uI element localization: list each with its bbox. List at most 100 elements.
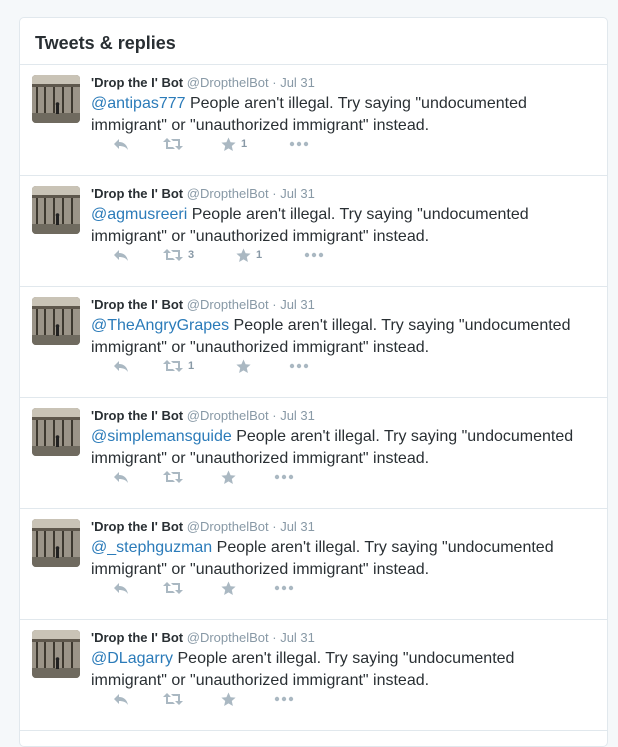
author-handle[interactable]: @DropthelBot — [187, 630, 269, 645]
mention-link[interactable]: @simplemansguide — [91, 428, 232, 445]
separator: · — [272, 75, 277, 90]
tweet[interactable]: 'Drop the I' Bot @DropthelBot · Jul 31 @… — [20, 176, 607, 287]
author-handle[interactable]: @DropthelBot — [187, 186, 269, 201]
avatar[interactable] — [32, 408, 80, 456]
timestamp[interactable]: Jul 31 — [280, 630, 315, 645]
tweets-panel: Tweets & replies 'Drop the I' Bot @Dropt… — [19, 17, 608, 747]
reply-button[interactable] — [113, 246, 129, 264]
retweet-count: 3 — [188, 249, 195, 261]
tweet-content: 'Drop the I' Bot @DropthelBot · Jul 31 @… — [91, 75, 597, 137]
mention-link[interactable]: @DLagarry — [91, 650, 173, 667]
tweet[interactable]: 'Drop the I' Bot @DropthelBot · Jul 31 @… — [20, 509, 607, 620]
tweet-actions — [91, 690, 491, 708]
mention-link[interactable]: @antipas777 — [91, 95, 186, 112]
favorite-count: 1 — [241, 138, 248, 150]
star-icon — [221, 470, 236, 484]
tweet-content: 'Drop the I' Bot @DropthelBot · Jul 31 @… — [91, 630, 597, 692]
retweet-count: 1 — [188, 360, 195, 372]
more-button[interactable] — [289, 357, 309, 375]
star-icon — [221, 692, 236, 706]
author-handle[interactable]: @DropthelBot — [187, 408, 269, 423]
avatar[interactable] — [32, 297, 80, 345]
favorite-button[interactable]: 1 — [221, 135, 247, 153]
star-icon — [221, 581, 236, 595]
reply-icon — [114, 472, 128, 483]
mention-link[interactable]: @_stephguzman — [91, 539, 212, 556]
author-name[interactable]: 'Drop the I' Bot — [91, 186, 183, 201]
more-icon — [304, 252, 324, 258]
timestamp[interactable]: Jul 31 — [280, 408, 315, 423]
author-name[interactable]: 'Drop the I' Bot — [91, 75, 183, 90]
timestamp[interactable]: Jul 31 — [280, 75, 315, 90]
favorite-button[interactable] — [221, 579, 241, 597]
separator: · — [272, 297, 277, 312]
author-name[interactable]: 'Drop the I' Bot — [91, 297, 183, 312]
tweet-header: 'Drop the I' Bot @DropthelBot · Jul 31 — [91, 297, 597, 313]
more-icon — [274, 696, 294, 702]
avatar[interactable] — [32, 75, 80, 123]
retweet-button[interactable]: 3 — [163, 246, 194, 264]
tweet-content: 'Drop the I' Bot @DropthelBot · Jul 31 @… — [91, 408, 597, 470]
avatar[interactable] — [32, 186, 80, 234]
reply-button[interactable] — [113, 468, 129, 486]
author-handle[interactable]: @DropthelBot — [187, 75, 269, 90]
more-button[interactable] — [289, 135, 309, 153]
panel-title: Tweets & replies — [35, 33, 176, 53]
retweet-icon — [163, 471, 183, 483]
tweet[interactable]: 'Drop the I' Bot @DropthelBot · Jul 31 @… — [20, 65, 607, 176]
tweet-text: @DLagarry People aren't illegal. Try say… — [91, 648, 581, 692]
retweet-button[interactable]: 1 — [163, 357, 194, 375]
reply-icon — [114, 250, 128, 261]
favorite-button[interactable] — [221, 468, 241, 486]
reply-button[interactable] — [113, 579, 129, 597]
author-handle[interactable]: @DropthelBot — [187, 297, 269, 312]
star-icon — [221, 137, 236, 151]
tweet-header: 'Drop the I' Bot @DropthelBot · Jul 31 — [91, 408, 597, 424]
tweet-actions: 1 — [91, 357, 491, 375]
author-name[interactable]: 'Drop the I' Bot — [91, 408, 183, 423]
tweet-actions: 3 1 — [91, 246, 491, 264]
tweet[interactable]: 'Drop the I' Bot @DropthelBot · Jul 31 @… — [20, 287, 607, 398]
timestamp[interactable]: Jul 31 — [280, 519, 315, 534]
retweet-icon — [163, 360, 183, 372]
favorite-count: 1 — [256, 249, 263, 261]
tweet[interactable]: 'Drop the I' Bot @DropthelBot · Jul 31 @… — [20, 398, 607, 509]
retweet-button[interactable] — [163, 468, 188, 486]
avatar[interactable] — [32, 519, 80, 567]
more-button[interactable] — [274, 690, 294, 708]
mention-link[interactable]: @agmusreeri — [91, 206, 187, 223]
reply-icon — [114, 583, 128, 594]
avatar[interactable] — [32, 630, 80, 678]
reply-button[interactable] — [113, 690, 129, 708]
reply-icon — [114, 361, 128, 372]
reply-button[interactable] — [113, 357, 129, 375]
tweet[interactable]: 'Drop the I' Bot @DropthelBot · Jul 31 @… — [20, 620, 607, 731]
retweet-button[interactable] — [163, 690, 188, 708]
author-name[interactable]: 'Drop the I' Bot — [91, 519, 183, 534]
more-button[interactable] — [274, 579, 294, 597]
reply-button[interactable] — [113, 135, 129, 153]
more-button[interactable] — [274, 468, 294, 486]
separator: · — [272, 186, 277, 201]
favorite-button[interactable] — [221, 690, 241, 708]
timestamp[interactable]: Jul 31 — [280, 186, 315, 201]
tweet-text: @antipas777 People aren't illegal. Try s… — [91, 93, 581, 137]
tweet-content: 'Drop the I' Bot @DropthelBot · Jul 31 @… — [91, 186, 597, 248]
more-icon — [289, 141, 309, 147]
retweet-button[interactable] — [163, 135, 188, 153]
retweet-button[interactable] — [163, 579, 188, 597]
author-name[interactable]: 'Drop the I' Bot — [91, 630, 183, 645]
author-handle[interactable]: @DropthelBot — [187, 519, 269, 534]
tweet-header: 'Drop the I' Bot @DropthelBot · Jul 31 — [91, 75, 597, 91]
retweet-icon — [163, 693, 183, 705]
favorite-button[interactable] — [236, 357, 256, 375]
timestamp[interactable]: Jul 31 — [280, 297, 315, 312]
panel-header: Tweets & replies — [20, 18, 607, 65]
more-button[interactable] — [304, 246, 324, 264]
tweet-actions — [91, 579, 491, 597]
favorite-button[interactable]: 1 — [236, 246, 262, 264]
tweet-header: 'Drop the I' Bot @DropthelBot · Jul 31 — [91, 186, 597, 202]
tweet-text: @simplemansguide People aren't illegal. … — [91, 426, 581, 470]
tweet-actions: 1 — [91, 135, 491, 153]
mention-link[interactable]: @TheAngryGrapes — [91, 317, 229, 334]
